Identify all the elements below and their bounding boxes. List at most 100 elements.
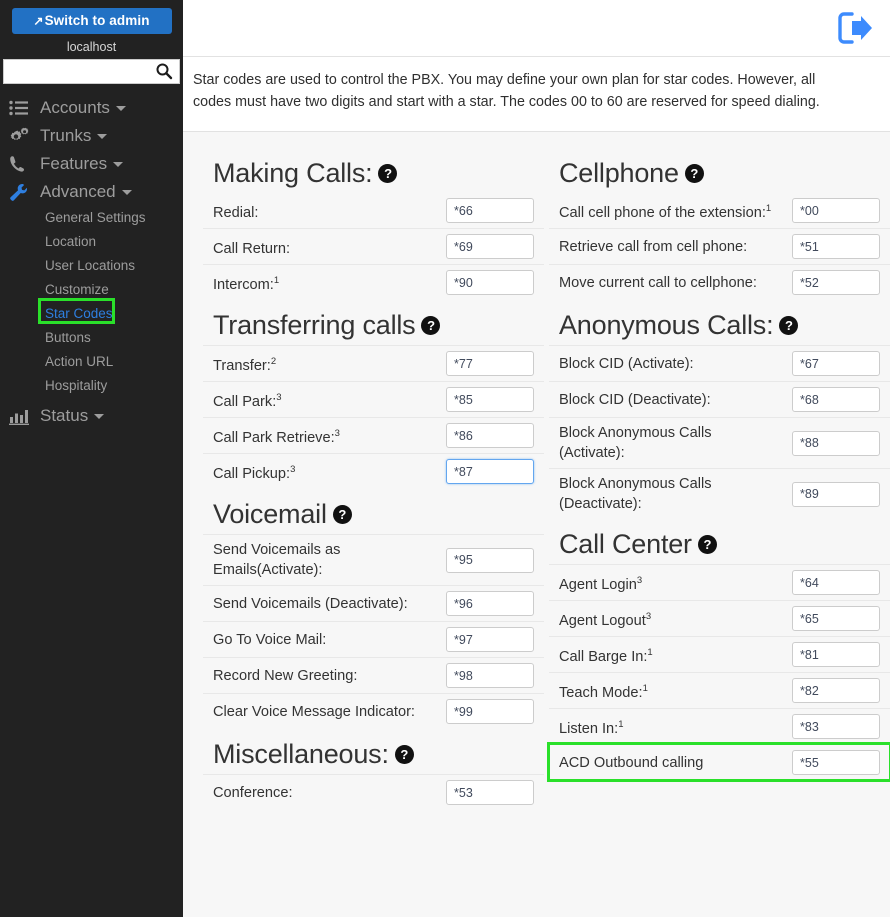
table-row: Redial: — [203, 193, 544, 228]
star-code-input-redial[interactable] — [446, 198, 534, 223]
section-label: Call Center — [559, 529, 692, 559]
chevron-down-icon — [115, 105, 126, 111]
table-row: Call cell phone of the extension:1 — [549, 193, 890, 228]
row-label-text: Call Pickup: — [213, 465, 291, 482]
star-code-input-block-anonymous-deactivate[interactable] — [792, 481, 880, 507]
sidebar-item-advanced[interactable]: Advanced — [0, 178, 183, 206]
search-container — [3, 59, 180, 84]
help-icon[interactable]: ? — [684, 164, 704, 183]
sidebar-subitem-hospitality[interactable]: Hospitality — [0, 374, 183, 398]
row-label: Agent Logout3 — [559, 607, 651, 631]
star-code-input-call-pickup[interactable] — [446, 459, 534, 484]
star-code-input-send-voicemails-deactivate[interactable] — [446, 591, 534, 616]
star-code-input-block-anonymous-activate[interactable] — [792, 430, 880, 456]
star-code-input-call-park[interactable] — [446, 387, 534, 412]
help-icon[interactable]: ? — [332, 505, 352, 524]
star-code-input-call-park-retrieve[interactable] — [446, 423, 534, 448]
main-content: Star codes are used to control the PBX. … — [183, 0, 890, 917]
help-icon[interactable]: ? — [421, 316, 441, 335]
sidebar-item-features[interactable]: Features — [0, 150, 183, 178]
help-icon[interactable]: ? — [697, 535, 717, 554]
sidebar: ↗​ Switch to admin localhost Accounts — [0, 0, 183, 917]
row-label: Intercom:1 — [213, 271, 279, 295]
row-label-text: Call cell phone of the extension: — [559, 204, 766, 221]
row-label-text: Call Return: — [213, 240, 291, 257]
star-code-input-conference[interactable] — [446, 780, 534, 805]
star-code-input-block-cid-activate[interactable] — [792, 351, 880, 376]
table-row: Clear Voice Message Indicator: — [203, 693, 544, 729]
bar-chart-icon — [9, 408, 33, 425]
sidebar-item-accounts[interactable]: Accounts — [0, 94, 183, 122]
star-code-input-call-barge-in[interactable] — [792, 642, 880, 667]
star-code-input-block-cid-deactivate[interactable] — [792, 387, 880, 412]
star-code-input-intercom[interactable] — [446, 270, 534, 295]
star-code-input-listen-in[interactable] — [792, 714, 880, 739]
section-title-transferring-calls: Transferring calls ? — [213, 310, 544, 341]
table-row-acd-outbound-calling: ACD Outbound calling — [547, 742, 890, 782]
row-label: Call Park Retrieve:3 — [213, 424, 340, 448]
star-code-input-acd-outbound-calling[interactable] — [792, 750, 880, 775]
sidebar-subitem-general-settings[interactable]: General Settings — [0, 206, 183, 230]
row-label-text: Redial: — [213, 204, 259, 221]
star-code-input-move-call-to-cellphone[interactable] — [792, 270, 880, 295]
sidebar-subitem-location[interactable]: Location — [0, 230, 183, 254]
phone-icon — [9, 155, 33, 173]
section-label: Making Calls: — [213, 158, 373, 188]
star-code-input-agent-login[interactable] — [792, 570, 880, 595]
row-label: Send Voicemails as Emails(Activate): — [213, 542, 341, 578]
section-title-cellphone: Cellphone ? — [559, 158, 890, 189]
logout-icon[interactable] — [834, 9, 876, 47]
help-icon[interactable]: ? — [378, 164, 398, 183]
row-label: Go To Voice Mail: — [213, 631, 327, 648]
row-label-sup: 3 — [636, 574, 643, 586]
help-icon[interactable]: ? — [394, 745, 414, 764]
table-row: Block Anonymous Calls (Deactivate): — [549, 468, 890, 519]
star-code-input-transfer[interactable] — [446, 351, 534, 376]
sidebar-item-trunks[interactable]: Trunks — [0, 122, 183, 150]
row-label-sup: 1 — [273, 274, 280, 286]
page-root: ↗​ Switch to admin localhost Accounts — [0, 0, 890, 917]
sidebar-subitem-star-codes[interactable]: Star Codes — [0, 302, 183, 326]
row-label: Redial: — [213, 199, 258, 223]
cogs-icon — [9, 127, 33, 145]
sidebar-subitem-buttons[interactable]: Buttons — [0, 326, 183, 350]
wrench-icon — [9, 183, 33, 202]
row-label: Call Pickup:3 — [213, 460, 295, 484]
section-label: Transferring calls — [213, 310, 416, 340]
table-row: Call Barge In:1 — [549, 636, 890, 672]
row-label-text: Intercom: — [213, 276, 274, 293]
row-label-sup: 3 — [290, 463, 296, 475]
row-label-sup: 3 — [334, 427, 340, 439]
sidebar-subitem-label: Buttons — [45, 330, 91, 345]
star-code-input-send-voicemails-email-activate[interactable] — [446, 547, 534, 573]
star-code-input-call-cell-phone[interactable] — [792, 198, 880, 223]
row-label-sup: 1 — [647, 646, 653, 658]
sidebar-item-features-label: Features — [40, 154, 108, 173]
intro-description: Star codes are used to control the PBX. … — [183, 57, 890, 132]
star-code-input-call-return[interactable] — [446, 234, 534, 259]
star-code-input-retrieve-call-from-cell[interactable] — [792, 234, 880, 259]
row-label: Transfer:2 — [213, 352, 276, 376]
sidebar-subitem-label: Customize — [45, 282, 109, 297]
star-code-input-go-to-voice-mail[interactable] — [446, 627, 534, 652]
table-row: Call Pickup:3 — [203, 453, 544, 489]
row-label-sup: 2 — [270, 355, 277, 367]
sidebar-item-status[interactable]: Status — [0, 402, 183, 430]
star-code-input-record-new-greeting[interactable] — [446, 663, 534, 688]
chevron-down-icon — [97, 133, 108, 139]
sidebar-subitem-user-locations[interactable]: User Locations — [0, 254, 183, 278]
switch-to-admin-button[interactable]: ↗​ Switch to admin — [11, 8, 172, 34]
search-input[interactable] — [3, 59, 180, 84]
top-bar — [183, 0, 890, 57]
sidebar-subitem-customize[interactable]: Customize — [0, 278, 183, 302]
sidebar-subitem-action-url[interactable]: Action URL — [0, 350, 183, 374]
table-row: Call Park Retrieve:3 — [203, 417, 544, 453]
row-label: Call cell phone of the extension:1 — [559, 199, 771, 223]
help-icon[interactable]: ? — [779, 316, 799, 335]
star-code-input-teach-mode[interactable] — [792, 678, 880, 703]
external-link-icon: ↗​ — [33, 14, 44, 28]
star-code-input-agent-logout[interactable] — [792, 606, 880, 631]
table-row: Go To Voice Mail: — [203, 621, 544, 657]
star-code-input-clear-voice-message-indicator[interactable] — [446, 699, 534, 724]
table-row: Send Voicemails (Deactivate): — [203, 585, 544, 621]
